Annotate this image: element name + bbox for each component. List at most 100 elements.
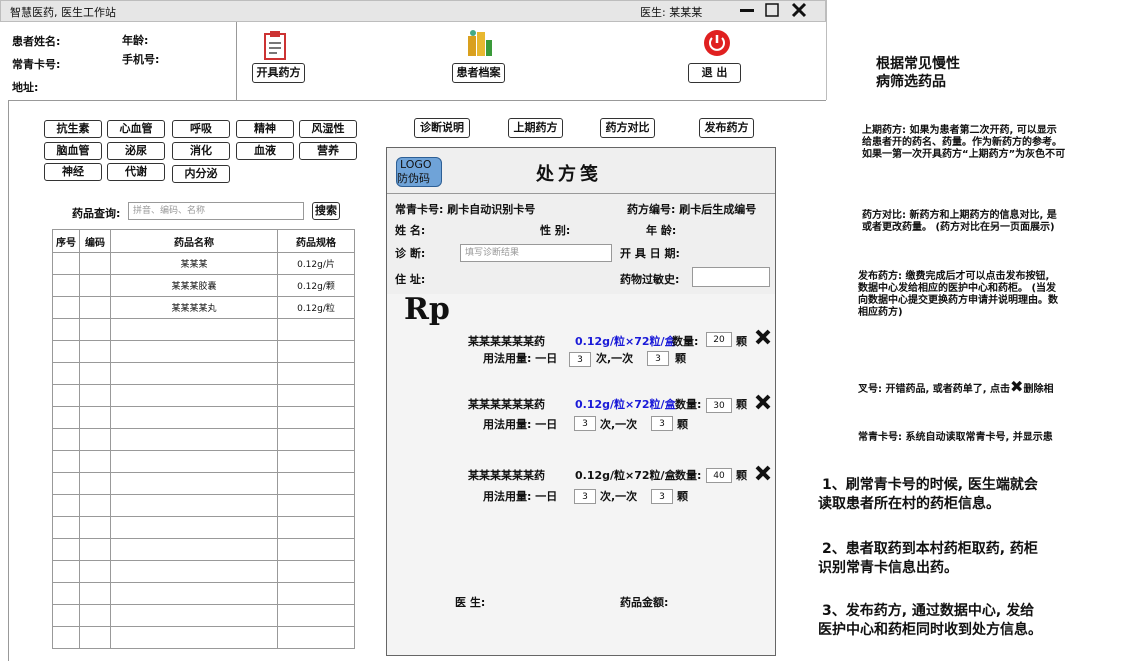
drug-table: 序号 编码 药品名称 药品规格 某某某 0.12g/片 某某某胶囊 0.12g/颗 … [52, 229, 355, 649]
category-cardiovascular[interactable]: 心血管 [107, 120, 165, 138]
rx-item-qty-label: 数量: [672, 335, 699, 348]
search-label: 药品查询: [72, 207, 121, 220]
allergy-input[interactable] [692, 267, 770, 287]
note-line: 给患者开的药名、药量。作为新药方的参考。 [862, 137, 1062, 148]
doctor-name: 医生: 某某某 [640, 6, 703, 19]
dose-input[interactable]: 3 [647, 351, 669, 366]
rx-item-name: 某某某某某某药 [468, 335, 545, 348]
note-line: 1、刷常青卡号的时候, 医生端就会 [822, 477, 1038, 493]
quantity-input[interactable]: 40 [706, 468, 732, 483]
patient-age-label: 年龄: [122, 34, 149, 47]
search-button[interactable]: 搜索 [312, 202, 340, 220]
quantity-input[interactable]: 30 [706, 398, 732, 413]
table-header-row: 序号 编码 药品名称 药品规格 [52, 229, 355, 253]
rp-symbol: Rp [404, 292, 450, 327]
drug-spec: 0.12g/颗 [277, 274, 355, 297]
note-line: 3、发布药方, 通过数据中心, 发给 [822, 603, 1035, 619]
header-bottom-line [8, 100, 826, 101]
delete-item-icon[interactable] [754, 393, 772, 416]
rx-item-per: 次,一次 [596, 352, 634, 365]
patient-card-label: 常青卡号: [12, 58, 61, 71]
note-point-2: 2、患者取药到本村药柜取药, 药柜 识别常青卡信息出药。 [818, 540, 1038, 578]
table-row [52, 516, 355, 539]
table-row[interactable]: 某某某胶囊 0.12g/颗 [52, 274, 355, 297]
table-row [52, 626, 355, 649]
rx-item-usage: 用法用量: 一日 [483, 418, 558, 431]
category-nutrition[interactable]: 营养 [299, 142, 357, 160]
table-row [52, 604, 355, 627]
rx-item-per: 次,一次 [600, 418, 638, 431]
note-line: 医护中心和药柜同时收到处方信息。 [818, 622, 1042, 638]
patient-records-button[interactable]: 患者档案 [452, 63, 505, 83]
search-input[interactable]: 拼音、编码、名称 [128, 202, 304, 220]
table-row [52, 406, 355, 429]
rx-item-spec: 0.12g/粒×72粒/盒 [575, 398, 676, 411]
category-metabolic[interactable]: 代谢 [107, 163, 165, 181]
delete-item-icon[interactable] [754, 328, 772, 351]
table-row[interactable]: 某某某 0.12g/片 [52, 252, 355, 275]
publish-prescription-button[interactable]: 发布药方 [699, 118, 754, 138]
note-line: 叉号: 开错药品, 或者药单了, 点击 [858, 384, 1011, 395]
rx-age-label: 年 龄: [646, 224, 677, 237]
rx-item-unit: 颗 [736, 469, 747, 482]
clipboard-icon [263, 30, 287, 63]
note-heading-line2: 病筛选药品 [876, 74, 946, 90]
note-line: 读取患者所在村的药柜信息。 [818, 496, 1000, 512]
table-row [52, 472, 355, 495]
compare-prescription-button[interactable]: 药方对比 [600, 118, 655, 138]
category-mental[interactable]: 精神 [236, 120, 294, 138]
table-row [52, 318, 355, 341]
table-row[interactable]: 某某某某丸 0.12g/粒 [52, 296, 355, 319]
rx-name-label: 姓 名: [395, 224, 426, 237]
left-border [8, 100, 9, 661]
close-icon[interactable] [790, 2, 808, 21]
minimize-icon[interactable] [738, 2, 756, 21]
category-respiratory[interactable]: 呼吸 [172, 120, 230, 138]
rx-item-usage: 用法用量: 一日 [483, 490, 558, 503]
rx-number: 药方编号: 刷卡后生成编号 [627, 203, 757, 216]
category-antibiotic[interactable]: 抗生素 [44, 120, 102, 138]
times-input[interactable]: 3 [574, 489, 596, 504]
times-input[interactable]: 3 [574, 416, 596, 431]
category-urinary[interactable]: 泌尿 [107, 142, 165, 160]
drug-name: 某某某胶囊 [110, 274, 278, 297]
rx-item-per: 次,一次 [600, 490, 638, 503]
quantity-input[interactable]: 20 [706, 332, 732, 347]
dose-input[interactable]: 3 [651, 416, 673, 431]
category-rheumatic[interactable]: 风湿性 [299, 120, 357, 138]
note-card: 常青卡号: 系统自动读取常青卡号, 并显示患 [858, 432, 1053, 443]
maximize-icon[interactable] [764, 2, 780, 21]
diagnosis-input[interactable]: 填写诊断结果 [460, 244, 612, 262]
category-cerebrovascular[interactable]: 脑血管 [44, 142, 102, 160]
category-neuro[interactable]: 神经 [44, 163, 102, 181]
exit-button[interactable]: 退 出 [688, 63, 741, 83]
diagnosis-note-button[interactable]: 诊断说明 [414, 118, 470, 138]
table-row [52, 582, 355, 605]
category-blood[interactable]: 血液 [236, 142, 294, 160]
rx-doctor-label: 医 生: [455, 596, 486, 609]
times-input[interactable]: 3 [569, 352, 591, 367]
delete-item-icon[interactable] [754, 464, 772, 487]
rx-item-unit: 颗 [736, 398, 747, 411]
note-compare: 药方对比: 新药方和上期药方的信息对比, 是 或者更改药量。 (药方对比在另一页… [862, 210, 1057, 234]
table-row [52, 494, 355, 517]
note-line: 相应药方) [858, 307, 903, 318]
category-digestive[interactable]: 消化 [172, 142, 230, 160]
prescribe-button[interactable]: 开具药方 [252, 63, 305, 83]
dose-input[interactable]: 3 [651, 489, 673, 504]
note-line: 数据中心发给相应的医护中心和药柜。 (当发 [858, 283, 1057, 294]
table-row [52, 362, 355, 385]
rx-amount-label: 药品金额: [620, 596, 669, 609]
rx-allergy-label: 药物过敏史: [620, 273, 680, 286]
drug-name: 某某某某丸 [110, 296, 278, 319]
rx-item-name: 某某某某某某药 [468, 469, 545, 482]
note-publish: 发布药方: 缴费完成后才可以点击发布按钮, 数据中心发给相应的医护中心和药柜。 … [858, 271, 1058, 319]
last-prescription-button[interactable]: 上期药方 [508, 118, 563, 138]
category-endocrine[interactable]: 内分泌 [172, 165, 230, 183]
window-right-border [826, 0, 827, 100]
table-row [52, 538, 355, 561]
power-icon [703, 29, 731, 60]
col-index: 序号 [52, 229, 80, 253]
note-line: 向数据中心提交更换药方申请并说明理由。数 [858, 295, 1058, 306]
patient-address-label: 地址: [12, 81, 39, 94]
